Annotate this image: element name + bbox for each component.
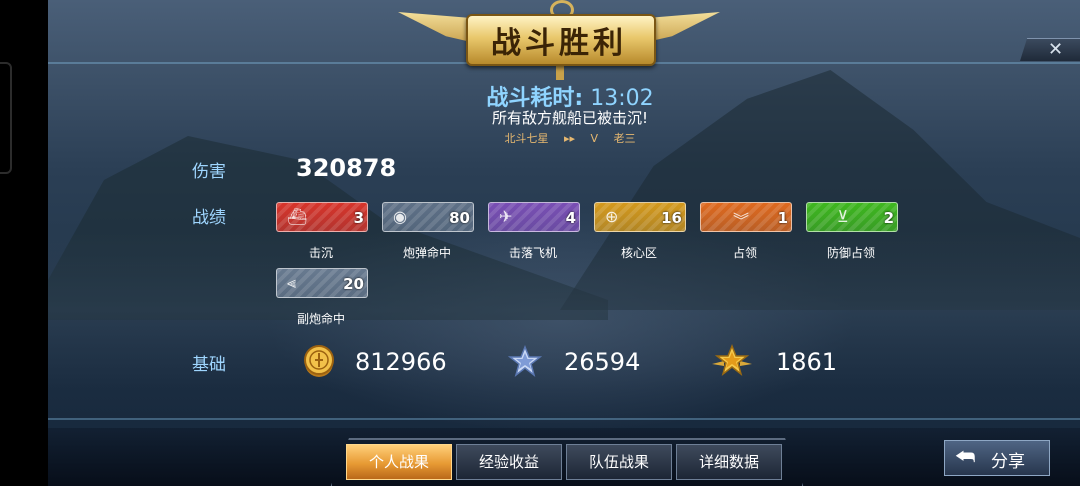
damage-value: 320878 — [296, 154, 397, 182]
tab-detailed-data[interactable]: 详细数据 — [676, 444, 782, 480]
tab-exp-income[interactable]: 经验收益 — [456, 444, 562, 480]
medal-label: 击沉 — [308, 246, 333, 260]
defend-capture-icon: ⊻ — [837, 207, 849, 226]
medal-count: 2 — [883, 209, 894, 227]
record-label: 战绩 — [192, 208, 226, 228]
medal-count: 4 — [565, 209, 576, 227]
plane-down-icon: ✈ — [499, 207, 513, 226]
tab-team-result[interactable]: 队伍战果 — [566, 444, 672, 480]
sunk-ship-icon: ⛴ — [287, 207, 308, 226]
medal-count: 3 — [353, 209, 364, 227]
tab-personal-result[interactable]: 个人战果 — [346, 444, 452, 480]
versus-label: V — [590, 132, 599, 145]
medal-count: 20 — [343, 275, 364, 293]
medal-count: 16 — [661, 209, 682, 227]
gold-value: 812966 — [355, 348, 447, 376]
victory-emblem: 战斗胜利 — [398, 0, 720, 82]
silver-star-icon — [508, 344, 542, 377]
medal-sunk[interactable]: ⛴ 3 — [276, 202, 368, 232]
share-label: 分享 — [991, 452, 1025, 472]
medal-capture[interactable]: ︾ 1 — [700, 202, 792, 232]
medal-citadel[interactable]: ⊕ 16 — [594, 202, 686, 232]
close-icon: ✕ — [1048, 39, 1064, 60]
citadel-icon: ⊕ — [605, 207, 619, 226]
xp-value: 26594 — [564, 348, 641, 376]
capture-icon: ︾ — [733, 211, 750, 230]
gold-star-icon — [712, 344, 752, 376]
side-handle — [0, 62, 12, 174]
medal-label: 占领 — [732, 246, 757, 260]
medal-secondary-hit[interactable]: ⫷ 20 — [276, 268, 368, 298]
medal-count: 1 — [777, 209, 788, 227]
medal-plane-down[interactable]: ✈ 4 — [488, 202, 580, 232]
back-arrow-icon: ⮪ — [955, 445, 976, 470]
result-tabs: 个人战果 经验收益 队伍战果 详细数据 — [330, 438, 804, 486]
result-message: 所有敌方舰船已被击沉! — [491, 109, 648, 127]
medal-shell-hit[interactable]: ◉ 80 — [382, 202, 474, 232]
team-left: 北斗七星 — [504, 132, 549, 145]
medal-label: 副炮命中 — [296, 312, 345, 326]
device-left-edge — [0, 0, 48, 486]
versus-icon: ▸▸ — [563, 132, 575, 145]
team-right: 老三 — [613, 132, 636, 145]
free-xp-value: 1861 — [776, 348, 838, 376]
medal-label: 击落飞机 — [508, 246, 557, 260]
close-button[interactable]: ✕ — [1020, 38, 1080, 61]
medal-label: 炮弹命中 — [402, 246, 451, 260]
share-button[interactable]: ⮪ 分享 — [944, 440, 1050, 476]
medal-label: 核心区 — [620, 246, 657, 260]
battle-result-screen: 战斗胜利 ✕ 战斗耗时: 13:02 所有敌方舰船已被击沉! 北斗七星 ▸▸ V… — [0, 0, 1080, 486]
bottom-divider — [48, 418, 1080, 420]
medal-label: 防御占领 — [826, 246, 875, 260]
base-label: 基础 — [192, 355, 226, 375]
secondary-hit-icon: ⫷ — [287, 273, 297, 292]
medal-defend-capture[interactable]: ⊻ 2 — [806, 202, 898, 232]
team-matchup: 北斗七星 ▸▸ V 老三 — [420, 130, 720, 146]
medal-count: 80 — [449, 209, 470, 227]
damage-label: 伤害 — [192, 162, 226, 182]
shell-hit-icon: ◉ — [393, 207, 407, 226]
gold-coin-icon — [304, 345, 334, 377]
page-title: 战斗胜利 — [491, 26, 627, 61]
